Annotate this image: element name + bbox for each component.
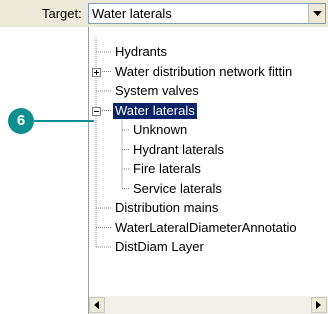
callout-badge: 6 bbox=[8, 108, 34, 134]
tree-node[interactable]: Water laterals bbox=[113, 102, 197, 119]
target-tree-panel[interactable]: Hydrants Water distribution network fitti… bbox=[88, 27, 328, 314]
collapse-minus-icon[interactable] bbox=[92, 106, 101, 116]
horizontal-scrollbar[interactable] bbox=[89, 296, 328, 314]
tree-child-node[interactable]: Unknown bbox=[133, 122, 187, 138]
tree-node[interactable]: Distribution mains bbox=[115, 200, 218, 216]
scroll-left-button[interactable] bbox=[89, 297, 105, 313]
tree-node[interactable]: Hydrants bbox=[115, 44, 167, 60]
tree-child-node[interactable]: Hydrant laterals bbox=[133, 142, 224, 158]
tree-node[interactable]: System valves bbox=[115, 83, 199, 99]
arrow-right-icon bbox=[316, 301, 321, 309]
tree-child-node[interactable]: Fire laterals bbox=[133, 161, 201, 177]
target-dropdown-value: Water laterals bbox=[92, 6, 172, 21]
tree-child-node[interactable]: Service laterals bbox=[133, 181, 222, 197]
tree-node[interactable]: Water distribution network fittin bbox=[115, 64, 292, 80]
scroll-right-button[interactable] bbox=[311, 297, 327, 313]
chevron-down-icon bbox=[313, 11, 322, 16]
target-toolbar: Target: Water laterals bbox=[0, 0, 328, 27]
dropdown-arrow-button[interactable] bbox=[308, 4, 325, 23]
target-label: Target: bbox=[42, 6, 82, 21]
tree-node[interactable]: DistDiam Layer bbox=[115, 239, 204, 255]
tree-node[interactable]: WaterLateralDiameterAnnotatio bbox=[115, 220, 297, 236]
expand-plus-icon[interactable] bbox=[92, 67, 101, 77]
callout-leader-line bbox=[34, 120, 94, 122]
target-dropdown[interactable]: Water laterals bbox=[88, 3, 326, 24]
arrow-left-icon bbox=[94, 301, 99, 309]
